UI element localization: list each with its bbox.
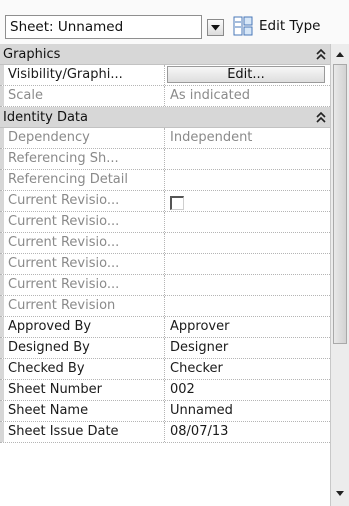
property-row[interactable]: Current Revision	[0, 296, 330, 317]
property-name: Referencing Detail	[0, 170, 164, 190]
scroll-down-arrow-icon[interactable]	[333, 486, 347, 500]
property-value	[164, 191, 330, 211]
property-value	[164, 149, 330, 169]
property-value[interactable]: Unnamed	[164, 401, 330, 421]
property-name: Current Revisio...	[0, 254, 164, 274]
property-name: Current Revisio...	[0, 191, 164, 211]
property-name: Checked By	[0, 359, 164, 379]
property-value[interactable]: Approver	[164, 317, 330, 337]
property-value[interactable]: Edit...	[164, 65, 330, 85]
property-name: Sheet Number	[0, 380, 164, 400]
property-row[interactable]: Referencing Sh...	[0, 149, 330, 170]
property-name: Approved By	[0, 317, 164, 337]
edit-visibility-graphics-button[interactable]: Edit...	[167, 66, 325, 83]
property-row[interactable]: Dependency Independent	[0, 128, 330, 149]
property-name: Sheet Issue Date	[0, 422, 164, 442]
double-chevron-up-icon[interactable]	[316, 111, 326, 123]
property-value[interactable]: Checker	[164, 359, 330, 379]
property-name: Visibility/Graphi...	[0, 65, 164, 85]
property-name: Dependency	[0, 128, 164, 148]
edit-type-label: Edit Type	[259, 18, 321, 34]
property-name: Current Revisio...	[0, 275, 164, 295]
property-row[interactable]: Approved By Approver	[0, 317, 330, 338]
scroll-up-arrow-icon[interactable]	[333, 48, 347, 62]
property-row[interactable]: Current Revisio...	[0, 191, 330, 212]
property-row[interactable]: Designed By Designer	[0, 338, 330, 359]
property-name: Sheet Name	[0, 401, 164, 421]
property-name: Designed By	[0, 338, 164, 358]
property-value: As indicated	[164, 86, 330, 106]
property-value	[164, 212, 330, 232]
property-row[interactable]: Scale As indicated	[0, 86, 330, 107]
property-value	[164, 170, 330, 190]
property-name: Referencing Sh...	[0, 149, 164, 169]
edit-type-button[interactable]: Edit Type	[233, 14, 349, 40]
type-selector-bar: Sheet: Unnamed Edit Type	[0, 0, 349, 44]
property-row[interactable]: Visibility/Graphi... Edit...	[0, 65, 330, 86]
edit-type-icon	[233, 16, 253, 36]
group-header-identity-data[interactable]: Identity Data	[0, 107, 330, 128]
group-header-graphics[interactable]: Graphics	[0, 44, 330, 65]
property-row[interactable]: Current Revisio...	[0, 275, 330, 296]
property-value	[164, 275, 330, 295]
property-row[interactable]: Checked By Checker	[0, 359, 330, 380]
property-name: Current Revision	[0, 296, 164, 316]
property-value[interactable]: 002	[164, 380, 330, 400]
property-row[interactable]: Sheet Name Unnamed	[0, 401, 330, 422]
property-value: Independent	[164, 128, 330, 148]
property-row[interactable]: Current Revisio...	[0, 233, 330, 254]
property-name: Scale	[0, 86, 164, 106]
property-row[interactable]: Sheet Issue Date 08/07/13	[0, 422, 330, 443]
property-value[interactable]: 08/07/13	[164, 422, 330, 442]
property-row[interactable]: Referencing Detail	[0, 170, 330, 191]
properties-grid: Graphics Visibility/Graphi... Edit... Scal…	[0, 44, 330, 506]
property-value	[164, 254, 330, 274]
type-selector-value: Sheet: Unnamed	[10, 19, 124, 35]
property-value[interactable]: Designer	[164, 338, 330, 358]
property-row[interactable]: Current Revisio...	[0, 212, 330, 233]
property-name: Current Revisio...	[0, 212, 164, 232]
scrollbar-thumb[interactable]	[333, 64, 347, 344]
type-selector[interactable]: Sheet: Unnamed	[5, 15, 202, 39]
property-value	[164, 296, 330, 316]
vertical-scrollbar[interactable]	[330, 44, 349, 506]
chevron-down-icon	[211, 25, 220, 31]
property-name: Current Revisio...	[0, 233, 164, 253]
double-chevron-up-icon[interactable]	[316, 48, 326, 60]
group-label: Identity Data	[3, 110, 88, 125]
group-label: Graphics	[3, 47, 61, 62]
property-row[interactable]: Current Revisio...	[0, 254, 330, 275]
property-value	[164, 233, 330, 253]
property-row[interactable]: Sheet Number 002	[0, 380, 330, 401]
current-revision-checkbox[interactable]	[170, 196, 184, 210]
type-selector-dropdown-button[interactable]	[207, 19, 224, 36]
